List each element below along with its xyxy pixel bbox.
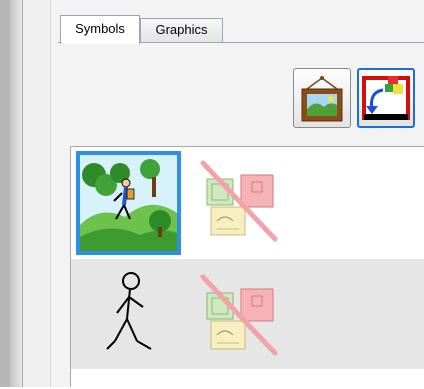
list-item[interactable] bbox=[71, 147, 424, 257]
hiking-landscape-icon bbox=[80, 155, 177, 251]
walking-stick-figure-icon bbox=[106, 272, 152, 350]
list-item[interactable] bbox=[71, 369, 424, 389]
symbol-thumbnail[interactable] bbox=[89, 271, 169, 361]
splitter-bar[interactable] bbox=[10, 0, 22, 387]
symbol-thumbnail-selected[interactable] bbox=[76, 151, 181, 255]
framed-picture-icon bbox=[301, 76, 343, 122]
graphic-placeholder[interactable] bbox=[199, 273, 281, 357]
replace-symbol-button[interactable] bbox=[357, 68, 415, 128]
insert-picture-button[interactable] bbox=[293, 68, 351, 128]
list-item[interactable] bbox=[71, 259, 424, 369]
no-graphic-icon bbox=[200, 274, 278, 356]
side-panel bbox=[23, 0, 51, 387]
no-graphic-icon bbox=[200, 160, 278, 242]
replace-symbol-icon bbox=[362, 76, 410, 120]
window-edge bbox=[0, 0, 10, 387]
tab-symbols[interactable]: Symbols bbox=[60, 15, 140, 44]
tab-strip: Symbols Graphics bbox=[55, 14, 424, 44]
symbol-list bbox=[70, 146, 424, 389]
graphic-placeholder[interactable] bbox=[199, 159, 281, 243]
tab-graphics[interactable]: Graphics bbox=[140, 18, 223, 42]
